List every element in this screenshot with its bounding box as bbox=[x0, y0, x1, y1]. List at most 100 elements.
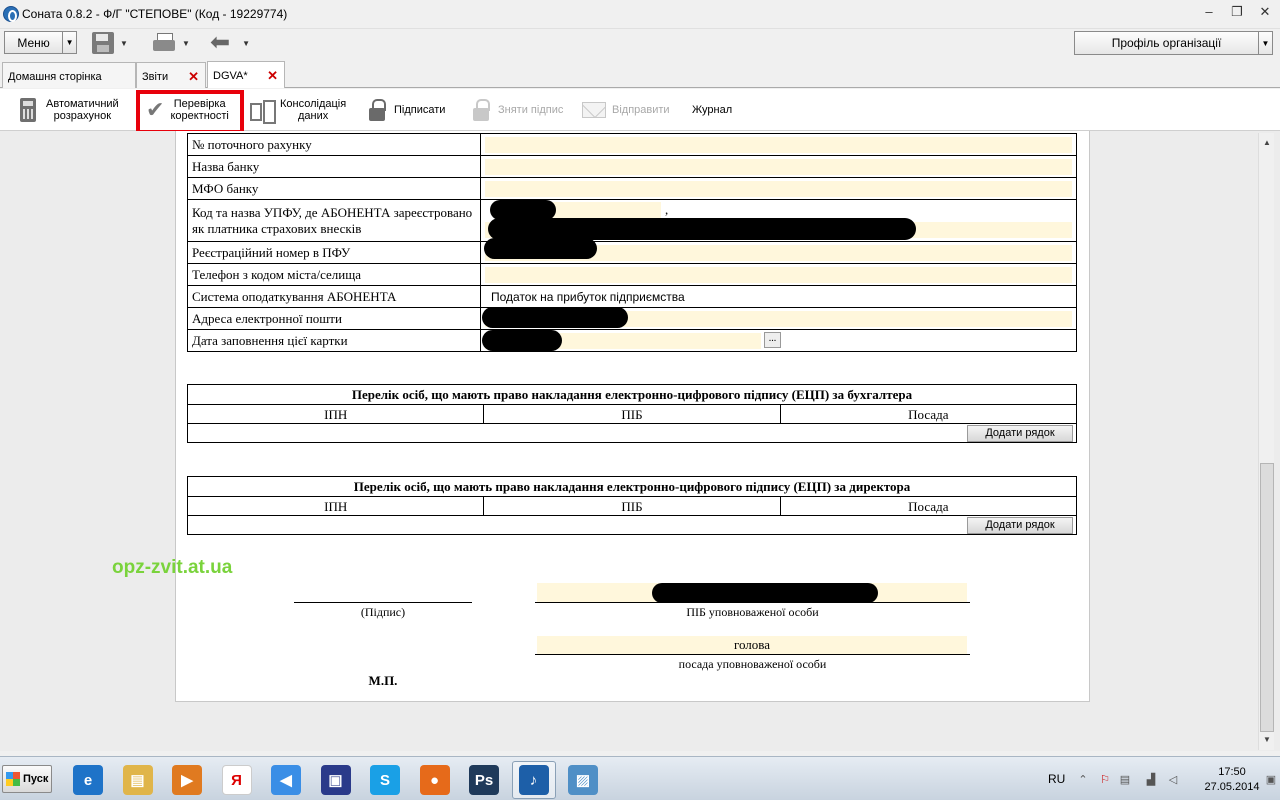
data-consolidation-label-line2: даних bbox=[297, 110, 329, 122]
column-header-name: ПІБ bbox=[483, 497, 779, 515]
tray-security-icon[interactable]: ⚐ bbox=[1098, 773, 1112, 787]
phone-field[interactable] bbox=[485, 266, 1072, 283]
print-dropdown-icon[interactable]: ▼ bbox=[182, 39, 190, 48]
section-footer: Додати рядок bbox=[188, 516, 1076, 534]
taskbar-app-yandex-browser[interactable]: Я bbox=[215, 761, 259, 799]
upfu-separator: , bbox=[665, 202, 669, 217]
menu-button[interactable]: Меню ▼ bbox=[4, 31, 77, 54]
network-signal-icon[interactable]: ▟ bbox=[1144, 773, 1158, 787]
document-tabs: Домашня сторінка Звіти ✕ DGVA* ✕ bbox=[0, 60, 1280, 88]
auto-calculation-button[interactable]: Автоматичний розрахунок bbox=[20, 89, 119, 131]
print-button[interactable]: ▼ bbox=[152, 31, 190, 55]
restore-button[interactable]: ❐ bbox=[1230, 4, 1244, 20]
language-indicator[interactable]: RU bbox=[1048, 772, 1065, 786]
upfu-code-field[interactable] bbox=[551, 202, 661, 218]
menu-button-label: Меню bbox=[17, 35, 50, 50]
speaker-app-icon: ◀ bbox=[271, 765, 301, 795]
close-window-button[interactable]: ✕ bbox=[1258, 4, 1272, 20]
auto-calculation-label-line2: розрахунок bbox=[53, 110, 112, 122]
phone-cell bbox=[480, 263, 1077, 286]
tab-reports-label: Звіти bbox=[142, 71, 169, 83]
taskbar-app-sonata-app[interactable]: ♪ bbox=[511, 761, 556, 799]
taskbar-app-image-viewer[interactable]: ▨ bbox=[561, 761, 605, 799]
data-consolidation-button[interactable]: Консолідація даних bbox=[250, 89, 346, 131]
start-button[interactable]: Пуск bbox=[2, 765, 52, 793]
taskbar-app-photoshop[interactable]: Ps bbox=[462, 761, 506, 799]
title-bar: Соната 0.8.2 - Ф/Г "СТЕПОВЕ" (Код - 1922… bbox=[0, 0, 1280, 29]
taskbar-app-media-player[interactable]: ▶ bbox=[165, 761, 209, 799]
section-footer: Додати рядок bbox=[188, 424, 1076, 442]
tab-reports[interactable]: Звіти ✕ bbox=[136, 62, 206, 88]
media-player-icon: ▶ bbox=[172, 765, 202, 795]
vertical-scrollbar[interactable]: ▲ ▼ bbox=[1258, 133, 1274, 750]
file-explorer-icon: ▤ bbox=[122, 765, 153, 795]
row-label: Дата заповнення цієї картки bbox=[187, 329, 481, 352]
sign-button[interactable]: Підписати bbox=[369, 89, 445, 131]
scroll-up-icon[interactable]: ▲ bbox=[1260, 136, 1274, 150]
volume-icon[interactable]: ◁ bbox=[1166, 773, 1180, 787]
scroll-down-icon[interactable]: ▼ bbox=[1260, 733, 1274, 747]
main-toolbar: Меню ▼ ▼ ▼ ⬅ ▼ Профіль організації ▼ bbox=[0, 29, 1280, 57]
row-label: Код та назва УПФУ, де АБОНЕНТА зареєстро… bbox=[187, 199, 481, 242]
add-row-button[interactable]: Додати рядок bbox=[967, 517, 1073, 534]
account-number-cell bbox=[480, 133, 1077, 156]
signature-line bbox=[294, 602, 472, 603]
site-watermark: opz-zvit.at.ua bbox=[112, 557, 233, 578]
minimize-button[interactable]: – bbox=[1202, 4, 1216, 20]
taskbar-app-file-explorer[interactable]: ▤ bbox=[116, 761, 160, 799]
tax-system-value[interactable]: Податок на прибуток підприємства bbox=[480, 285, 1077, 308]
tray-device-icon[interactable]: ▤ bbox=[1118, 773, 1132, 787]
system-clock[interactable]: 17:50 27.05.2014 bbox=[1202, 765, 1262, 795]
send-button[interactable]: Відправити bbox=[582, 89, 670, 131]
account-number-field[interactable] bbox=[485, 136, 1072, 153]
taskbar-app-internet-explorer[interactable]: e bbox=[66, 761, 110, 799]
save-button[interactable]: ▼ bbox=[92, 31, 128, 55]
redaction-mark bbox=[490, 200, 556, 220]
profile-dropdown-arrow-icon[interactable]: ▼ bbox=[1258, 32, 1272, 54]
internet-explorer-icon: e bbox=[73, 765, 103, 795]
section-title: Перелік осіб, що мають право накладання … bbox=[188, 385, 1076, 405]
close-tab-reports-icon[interactable]: ✕ bbox=[188, 69, 199, 85]
row-label: Система оподаткування АБОНЕНТА bbox=[187, 285, 481, 308]
app-logo-icon bbox=[3, 6, 19, 22]
save-dropdown-icon[interactable]: ▼ bbox=[120, 39, 128, 48]
tray-expand-icon[interactable]: ⌃ bbox=[1076, 773, 1090, 787]
check-correctness-label-line1: Перевірка bbox=[173, 98, 226, 110]
add-row-button[interactable]: Додати рядок bbox=[967, 425, 1073, 442]
authorized-person-position-field[interactable]: голова bbox=[537, 636, 967, 654]
tab-dgva[interactable]: DGVA* ✕ bbox=[207, 61, 285, 88]
bank-name-cell bbox=[480, 155, 1077, 178]
redaction-mark bbox=[652, 583, 878, 603]
taskbar-app-skype[interactable]: S bbox=[363, 761, 407, 799]
document-action-bar: Автоматичний розрахунок ✔ Перевірка коре… bbox=[0, 89, 1280, 131]
date-picker-button[interactable]: ... bbox=[764, 332, 781, 348]
taskbar-app-speaker-app[interactable]: ◀ bbox=[264, 761, 308, 799]
redaction-mark bbox=[482, 330, 562, 351]
column-header-position: Посада bbox=[779, 405, 1076, 423]
scrollbar-thumb[interactable] bbox=[1260, 463, 1274, 732]
taskbar-app-firefox[interactable]: ● bbox=[413, 761, 457, 799]
remove-signature-button[interactable]: Зняти підпис bbox=[473, 89, 563, 131]
menu-dropdown-arrow-icon[interactable]: ▼ bbox=[62, 32, 76, 53]
bank-mfo-field[interactable] bbox=[485, 180, 1072, 197]
image-viewer-icon: ▨ bbox=[568, 765, 598, 795]
check-correctness-label-line2: коректності bbox=[170, 110, 229, 122]
journal-button[interactable]: Журнал bbox=[692, 89, 732, 131]
yandex-browser-icon: Я bbox=[221, 765, 252, 795]
tab-home[interactable]: Домашня сторінка bbox=[2, 62, 136, 88]
check-correctness-button[interactable]: ✔ Перевірка коректності bbox=[146, 89, 229, 131]
back-dropdown-icon[interactable]: ▼ bbox=[242, 39, 250, 48]
taskbar-app-save-disk-app[interactable]: ▣ bbox=[314, 761, 358, 799]
accountant-signers-section: Перелік осіб, що мають право накладання … bbox=[187, 384, 1077, 443]
organization-profile-button[interactable]: Профіль організації ▼ bbox=[1074, 31, 1273, 55]
save-disk-app-icon: ▣ bbox=[320, 765, 351, 795]
bank-details-table: № поточного рахунку Назва банку МФО банк… bbox=[187, 133, 1077, 352]
remove-signature-label: Зняти підпис bbox=[498, 104, 564, 116]
position-caption: посада уповноваженої особи bbox=[678, 657, 827, 671]
back-button[interactable]: ⬅ ▼ bbox=[210, 31, 250, 55]
tab-home-label: Домашня сторінка bbox=[8, 71, 102, 83]
windows-taskbar: Пуск e ▤ ▶ Я ◀ ▣ S ● Ps ♪ ▨ RU ⌃ ⚐ ▤ ▟ ◁ 17:50 27.… bbox=[0, 756, 1280, 800]
bank-name-field[interactable] bbox=[485, 158, 1072, 175]
show-desktop-icon[interactable]: ▣ bbox=[1264, 773, 1278, 787]
close-tab-dgva-icon[interactable]: ✕ bbox=[267, 68, 278, 84]
